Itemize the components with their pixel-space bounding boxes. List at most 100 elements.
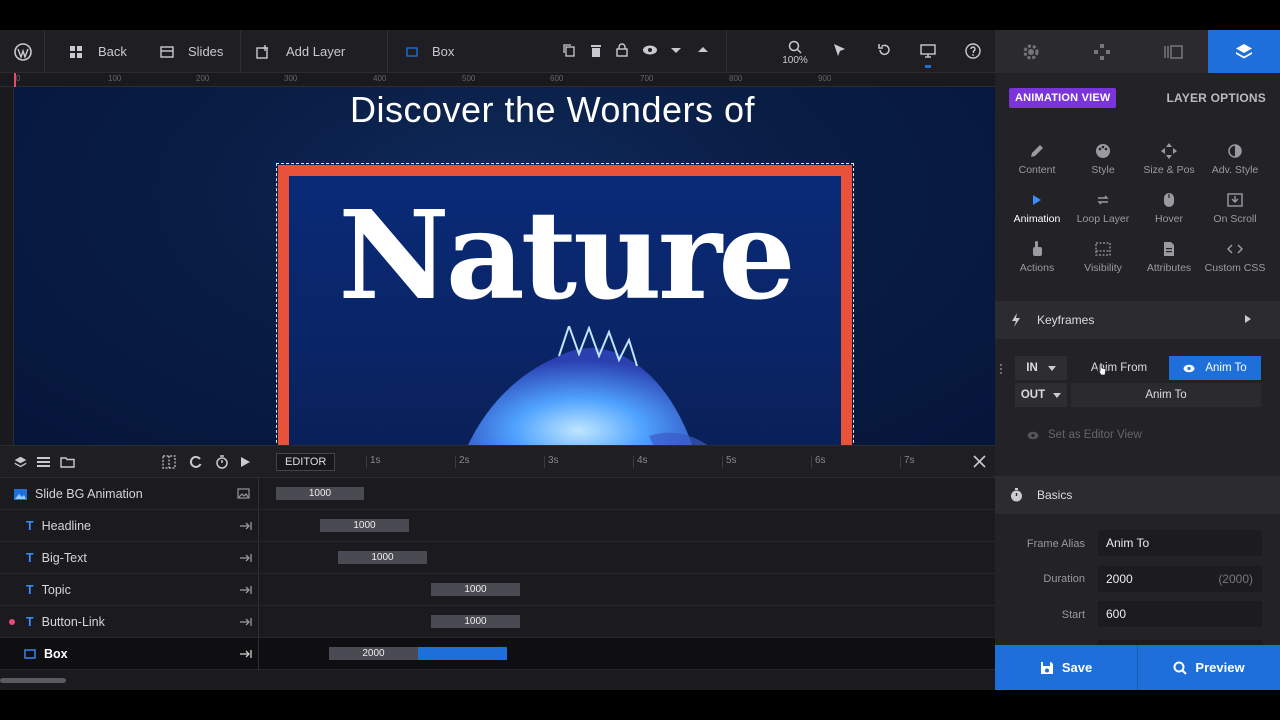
ruler-tick: 500 <box>462 74 476 83</box>
loop-icon <box>1070 190 1136 210</box>
desktop-icon[interactable] <box>920 43 936 59</box>
back-button[interactable]: Back <box>70 30 127 73</box>
document-icon <box>1136 239 1202 259</box>
editor-marker[interactable]: EDITOR <box>276 453 336 471</box>
duration-hint: (2000) <box>1218 572 1253 586</box>
ruler-tick: 700 <box>640 74 654 83</box>
anim-to-out-button[interactable]: Anim To <box>1071 383 1261 407</box>
help-icon[interactable] <box>965 43 981 59</box>
floppy-disk-icon <box>1040 661 1054 675</box>
drag-handle-icon[interactable] <box>999 363 1003 375</box>
gallery-icon[interactable] <box>237 488 250 499</box>
zoom-level[interactable]: 100% <box>780 55 810 66</box>
timer-icon[interactable] <box>215 455 229 469</box>
frame-alias-input[interactable]: Anim To <box>1098 530 1262 556</box>
loop-icon[interactable] <box>189 455 203 469</box>
option-animation[interactable]: Animation <box>1004 190 1070 234</box>
end-arrow-icon[interactable] <box>240 616 252 628</box>
anim-to-button[interactable]: Anim To <box>1169 356 1261 380</box>
play-icon[interactable] <box>240 456 251 468</box>
tab-slides[interactable] <box>1137 30 1208 73</box>
zoom-icon[interactable] <box>788 40 804 56</box>
tab-settings[interactable] <box>995 30 1066 73</box>
keyframes-section-header[interactable]: Keyframes <box>995 301 1280 339</box>
option-hover[interactable]: Hover <box>1136 190 1202 234</box>
option-visibility[interactable]: Visibility <box>1070 239 1136 283</box>
selected-layer-box[interactable]: Box <box>406 30 454 73</box>
cursor-icon <box>1097 362 1107 376</box>
headline-layer[interactable]: Discover the Wonders of <box>350 89 755 131</box>
option-size-pos[interactable]: Size & Pos <box>1136 141 1202 185</box>
tab-navigation[interactable] <box>1066 30 1137 73</box>
tab-layers[interactable] <box>1208 30 1280 73</box>
basics-section-header[interactable]: Basics <box>995 476 1280 514</box>
snap-icon[interactable] <box>162 455 176 469</box>
option-label: Size & Pos <box>1143 164 1195 176</box>
option-content[interactable]: Content <box>1004 141 1070 185</box>
timeline-bar-out[interactable] <box>418 647 507 660</box>
option-loop-layer[interactable]: Loop Layer <box>1070 190 1136 234</box>
code-icon <box>1202 239 1268 259</box>
timeline-row[interactable]: Slide BG Animation 1000 <box>0 478 995 510</box>
option-custom-css[interactable]: Custom CSS <box>1202 239 1268 283</box>
end-arrow-icon[interactable] <box>240 552 252 564</box>
timeline-bar-in[interactable]: 2000 <box>329 647 418 660</box>
list-icon[interactable] <box>37 456 50 468</box>
add-layer-button[interactable]: Add Layer <box>256 30 345 73</box>
timeline-row[interactable]: T Big-Text 1000 <box>0 542 995 574</box>
pointer-icon[interactable] <box>832 43 848 59</box>
anim-from-button[interactable]: Anim From <box>1071 356 1167 380</box>
out-dropdown[interactable]: OUT <box>1015 383 1067 407</box>
add-layer-icon <box>256 44 270 59</box>
timeline-bar[interactable]: 1000 <box>276 487 364 500</box>
option-attributes[interactable]: Attributes <box>1136 239 1202 283</box>
end-arrow-icon[interactable] <box>240 648 252 660</box>
expand-arrow-icon[interactable] <box>1244 314 1252 324</box>
timeline-bar[interactable]: 1000 <box>320 519 409 532</box>
option-label: Loop Layer <box>1076 213 1130 225</box>
eye-icon <box>1183 364 1195 373</box>
wordpress-icon[interactable] <box>14 43 32 61</box>
slide-canvas[interactable]: Discover the Wonders of Nature <box>14 87 995 445</box>
option-actions[interactable]: Actions <box>1004 239 1070 283</box>
end-arrow-icon[interactable] <box>240 520 252 532</box>
trash-icon[interactable] <box>590 43 606 59</box>
start-input[interactable]: 600 <box>1098 601 1262 627</box>
folder-icon[interactable] <box>60 456 75 468</box>
save-button[interactable]: Save <box>995 645 1137 690</box>
layers-toggle-icon[interactable] <box>14 456 27 469</box>
option-style[interactable]: Style <box>1070 141 1136 185</box>
timeline-bar[interactable]: 1000 <box>431 615 520 628</box>
duration-label: Duration <box>1043 573 1085 585</box>
chevron-down-icon <box>1047 365 1056 371</box>
timeline-row[interactable]: T Topic 1000 <box>0 574 995 606</box>
option-label: Custom CSS <box>1204 262 1266 274</box>
in-dropdown[interactable]: IN <box>1015 356 1067 380</box>
timeline-panel: EDITOR 1s 2s 3s 4s 5s 6s 7s Slide BG Ani… <box>0 445 995 690</box>
timeline-bar[interactable]: 1000 <box>431 583 520 596</box>
option-on-scroll[interactable]: On Scroll <box>1202 190 1268 234</box>
move-up-icon[interactable] <box>697 43 713 59</box>
layer-options-panel: ANIMATION VIEW LAYER OPTIONS Content Sty… <box>995 73 1280 645</box>
duration-input[interactable]: 2000 (2000) <box>1098 566 1262 592</box>
move-down-icon[interactable] <box>670 43 686 59</box>
timeline-bar[interactable]: 1000 <box>338 551 427 564</box>
timeline-scrollbar[interactable] <box>0 678 66 683</box>
slides-button[interactable]: Slides <box>160 30 223 73</box>
duplicate-icon[interactable] <box>562 43 578 59</box>
animation-view-badge[interactable]: ANIMATION VIEW <box>1009 88 1117 108</box>
timeline-row[interactable]: T Button-Link 1000 <box>0 606 995 638</box>
eye-icon[interactable] <box>642 43 658 59</box>
timeline-row-selected[interactable]: Box 2000 <box>0 638 995 670</box>
close-icon[interactable] <box>973 455 986 468</box>
timeline-row[interactable]: T Headline 1000 <box>0 510 995 542</box>
undo-icon[interactable] <box>877 43 893 59</box>
ruler-tick: 200 <box>196 74 210 83</box>
end-arrow-icon[interactable] <box>240 584 252 596</box>
option-label: Style <box>1091 164 1115 176</box>
option-adv-style[interactable]: Adv. Style <box>1202 141 1268 185</box>
preview-button[interactable]: Preview <box>1138 645 1280 690</box>
set-editor-view-button[interactable]: Set as Editor View <box>1015 423 1155 447</box>
lock-icon[interactable] <box>616 43 632 59</box>
second-tick <box>722 456 723 468</box>
